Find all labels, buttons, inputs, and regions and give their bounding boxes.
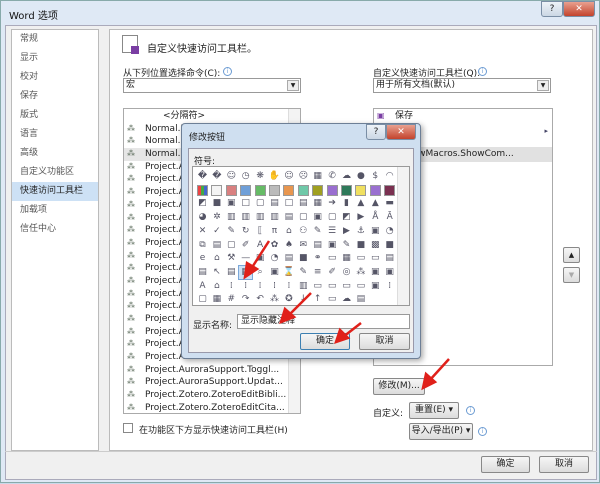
red-arrow: [249, 240, 271, 270]
annotation-arrows: [243, 240, 450, 391]
red-arrow: [287, 292, 312, 317]
red-arrow-head: [243, 260, 260, 280]
red-arrow-head: [334, 327, 351, 344]
word-options-window: Word 选项 ? ✕ 常规 显示 校对 保存 版式 语言 高级 自定义功能区 快速访问工具栏加…: [0, 0, 600, 483]
